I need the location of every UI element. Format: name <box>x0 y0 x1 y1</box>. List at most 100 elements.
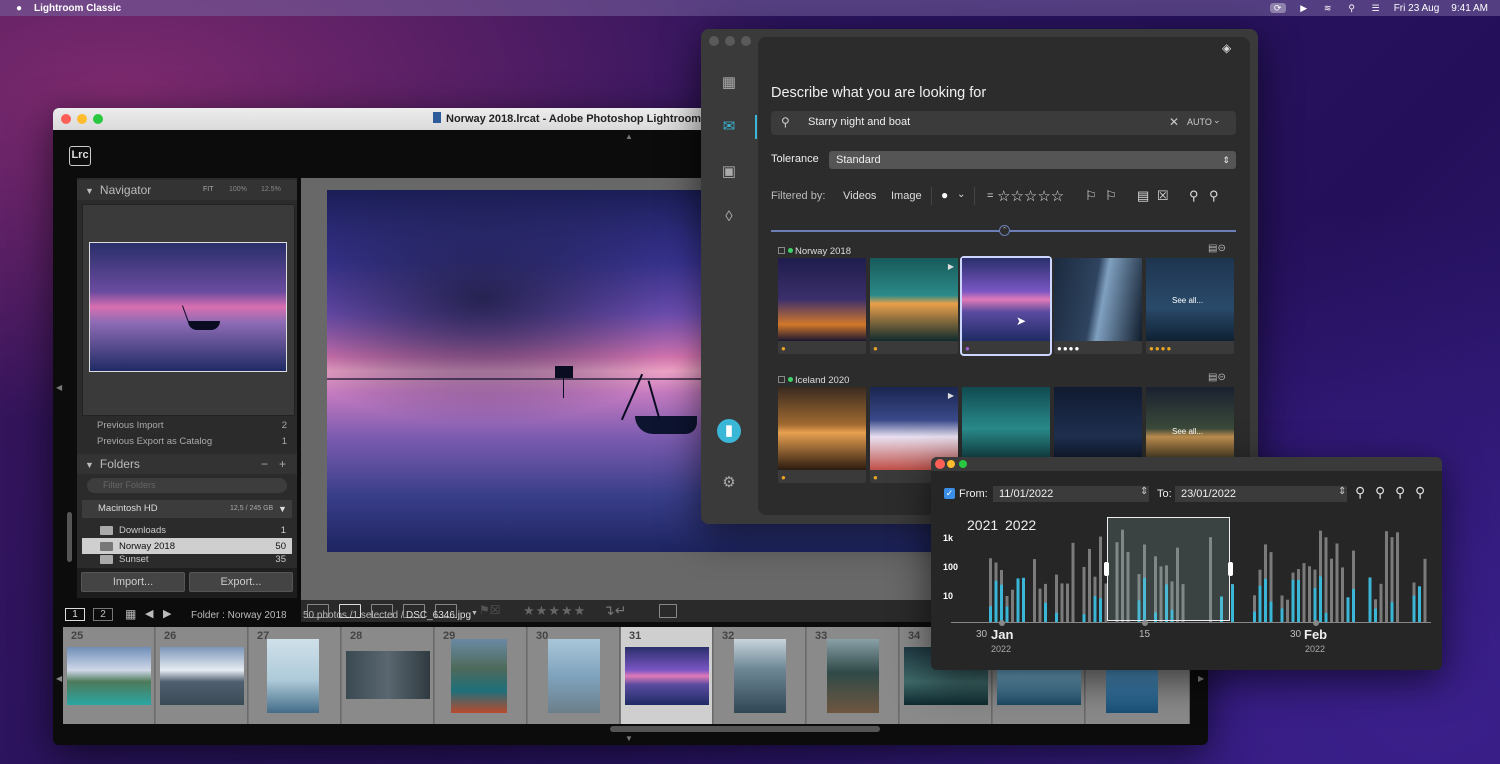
collapse-divider-icon[interactable]: ⌃ <box>999 225 1010 236</box>
clear-search-icon[interactable]: ✕ <box>1169 115 1179 129</box>
menubar-time[interactable]: 9:41 AM <box>1451 3 1488 14</box>
window-2-button[interactable]: 2 <box>93 608 113 621</box>
top-panel-toggle-icon[interactable]: ▲ <box>625 132 633 141</box>
zoom-100-option[interactable]: 100% <box>229 180 247 200</box>
to-date-field[interactable]: 23/01/2022 <box>1175 486 1347 502</box>
grid-icon[interactable]: ▦ <box>125 607 136 621</box>
filter-videos-button[interactable]: Videos <box>843 190 876 202</box>
see-all-link[interactable]: See all... <box>1172 427 1203 436</box>
result-thumbnail[interactable]: ●●●● <box>1054 258 1142 354</box>
zoom-window-button[interactable] <box>741 36 751 46</box>
group-header-norway[interactable]: Norway 2018 <box>778 246 851 257</box>
filmstrip-cell[interactable]: 29 <box>435 627 527 724</box>
navigator-header[interactable]: ▼ Navigator FIT 100% 12.5% <box>77 180 297 200</box>
result-thumbnail[interactable]: ● ▶ <box>870 258 958 354</box>
minimize-window-button[interactable] <box>725 36 735 46</box>
timeline-title-bar[interactable] <box>931 457 1442 471</box>
filmstrip-cell-selected[interactable]: 31 <box>621 627 713 724</box>
from-checkbox[interactable]: ✓ <box>944 488 955 499</box>
menubar-date[interactable]: Fri 23 Aug <box>1394 3 1440 14</box>
stats-icon[interactable]: ▮ <box>717 419 741 443</box>
filmstrip-right-arrow-icon[interactable]: ▶ <box>1198 674 1204 683</box>
result-thumbnail[interactable]: ● <box>778 387 866 483</box>
gear-icon[interactable]: ⚙ <box>719 473 739 493</box>
filter-image-button[interactable]: Image <box>891 190 922 202</box>
photos-icon[interactable]: ▣ <box>719 162 739 182</box>
collection-previous-export[interactable]: Previous Export as Catalog 1 <box>97 436 287 447</box>
filmstrip-scrollbar[interactable] <box>610 726 880 732</box>
group-checkbox-icon[interactable] <box>778 376 785 383</box>
to-stepper-icon[interactable]: ⇕ <box>1338 486 1346 497</box>
filmstrip-cell[interactable]: 26 <box>156 627 248 724</box>
zoom-in-icon[interactable]: ⚲ <box>1355 484 1365 501</box>
filmstrip-left-arrow-icon[interactable]: ◀ <box>56 674 62 683</box>
flag-icon[interactable]: ⚐ <box>1085 188 1097 204</box>
window-1-button[interactable]: 1 <box>65 608 85 621</box>
ai-search-field[interactable]: ⚲ Starry night and boat ✕ AUTO ⌄ <box>771 111 1236 135</box>
selected-file-name[interactable]: DSC_6346.jpg <box>406 610 471 621</box>
filmstrip-cell[interactable]: 27 <box>249 627 341 724</box>
filmstrip-cell[interactable]: 30 <box>528 627 620 724</box>
volume-macintosh-hd[interactable]: Macintosh HD 12,5 / 245 GB ▼ <box>82 500 292 518</box>
app-menu-name[interactable]: Lightroom Classic <box>34 3 121 14</box>
zoom-out-icon[interactable]: ⚲ <box>1375 484 1385 501</box>
folder-breadcrumb[interactable]: Folder : Norway 2018 <box>191 610 287 621</box>
zoom-info-icon[interactable]: ⚲ <box>1415 484 1425 501</box>
left-panel-scrollbar[interactable] <box>67 512 72 562</box>
minimize-window-button[interactable] <box>77 114 87 124</box>
filmstrip-cell[interactable]: 32 <box>714 627 806 724</box>
crop-overlay-icon[interactable] <box>659 604 677 618</box>
ai-search-input[interactable]: Starry night and boat <box>808 116 910 128</box>
from-date-field[interactable]: 11/01/2022 <box>993 486 1149 502</box>
folder-row[interactable]: Downloads 1 <box>82 522 292 538</box>
folder-row-selected[interactable]: Norway 2018 50 <box>82 538 292 554</box>
add-folder-icon[interactable]: + <box>279 454 286 474</box>
range-handle-left[interactable] <box>1104 562 1109 576</box>
group-options-icon[interactable]: ▤⊝ <box>1208 243 1226 254</box>
navigator-thumbnail[interactable] <box>89 242 287 372</box>
chat-search-icon[interactable]: ✉ <box>719 117 739 137</box>
close-window-button[interactable] <box>61 114 71 124</box>
folder-row[interactable]: Sunset 35 <box>82 554 292 564</box>
no-location-icon[interactable]: ⚲ <box>1209 188 1219 204</box>
filename-dropdown-icon[interactable]: ▼ <box>471 610 478 617</box>
zoom-window-button[interactable] <box>959 460 967 468</box>
unedited-filter-icon[interactable]: ☒ <box>1157 188 1169 204</box>
range-handle-right[interactable] <box>1228 562 1233 576</box>
chevron-down-icon[interactable]: ⌄ <box>957 189 965 200</box>
star-rating-filter-icon[interactable]: ☆☆☆☆☆ <box>997 187 1064 205</box>
color-label-dot-icon[interactable]: ● <box>941 188 948 202</box>
folders-header[interactable]: ▼ Folders − + <box>77 454 297 474</box>
zoom-window-button[interactable] <box>93 114 103 124</box>
filmstrip-cell[interactable]: 25 <box>63 627 155 724</box>
result-thumbnail[interactable]: ●●●● See all... <box>1146 258 1234 354</box>
remove-folder-icon[interactable]: − <box>261 454 268 474</box>
filmstrip-cell[interactable]: 28 <box>342 627 434 724</box>
tolerance-select[interactable]: Standard ⇕ <box>829 151 1236 169</box>
group-options-icon[interactable]: ▤⊝ <box>1208 372 1226 383</box>
collection-previous-import[interactable]: Previous Import 2 <box>97 420 287 431</box>
import-button[interactable]: Import... <box>81 572 185 592</box>
zoom-fit-icon[interactable]: ⚲ <box>1395 484 1405 501</box>
zoom-fit-option[interactable]: FIT <box>203 180 214 200</box>
minimize-window-button[interactable] <box>947 460 955 468</box>
timeline-chart[interactable]: 2021 2022 1k 100 10 30 Jan 2022 15 30 Fe… <box>931 505 1442 670</box>
folder-filter-input[interactable]: Filter Folders <box>87 478 287 493</box>
bottom-panel-toggle-icon[interactable]: ▼ <box>625 734 633 743</box>
edited-filter-icon[interactable]: ▤ <box>1137 188 1149 204</box>
group-checkbox-icon[interactable] <box>778 247 785 254</box>
wifi-icon[interactable]: ≋ <box>1322 3 1334 13</box>
volume-expand-icon[interactable]: ▼ <box>278 500 287 518</box>
close-window-button[interactable] <box>709 36 719 46</box>
back-arrow-icon[interactable]: ◀ <box>145 607 153 620</box>
reject-flag-icon[interactable]: ⚐ <box>1105 188 1117 204</box>
play-icon[interactable]: ▶ <box>1298 3 1310 13</box>
search-icon[interactable]: ⚲ <box>1346 3 1358 13</box>
close-window-button[interactable] <box>935 459 945 469</box>
export-button[interactable]: Export... <box>189 572 293 592</box>
layers-icon[interactable]: ◈ <box>1222 41 1231 55</box>
filmstrip-cell[interactable]: 33 <box>807 627 899 724</box>
result-thumbnail[interactable]: ● <box>778 258 866 354</box>
zoom-125-option[interactable]: 12.5% <box>261 180 281 200</box>
sync-status-icon[interactable]: ⟳ <box>1269 3 1286 13</box>
